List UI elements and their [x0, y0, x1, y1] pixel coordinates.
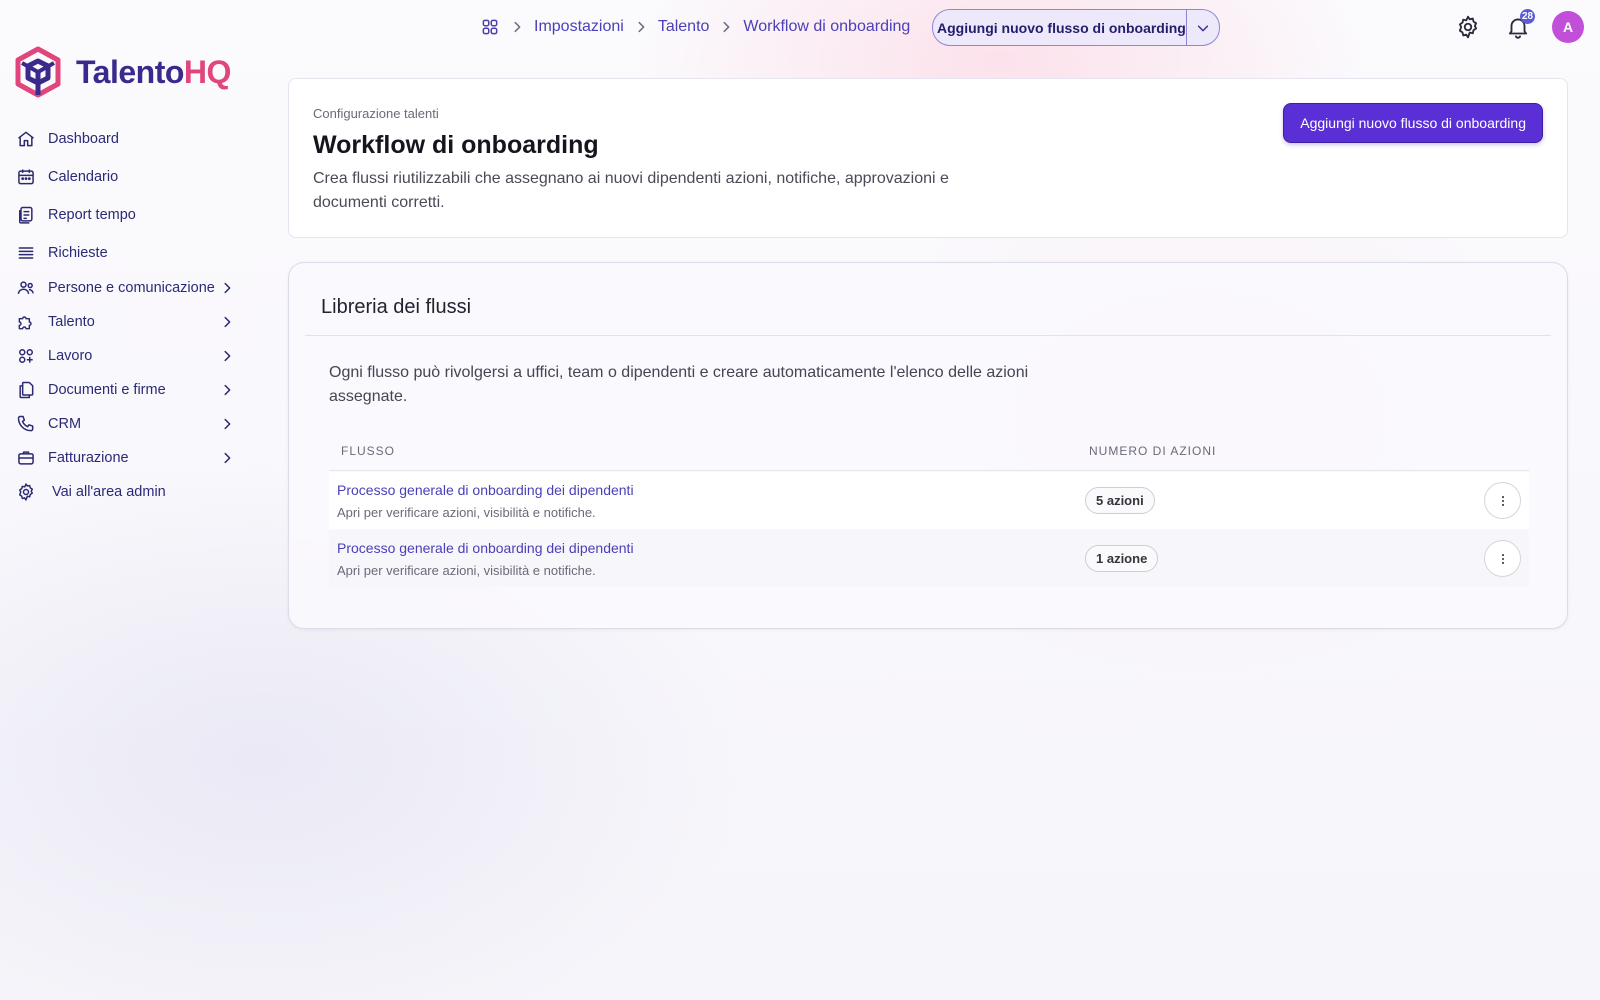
- more-vertical-icon: [1501, 553, 1504, 564]
- chevron-right-icon: [510, 20, 524, 34]
- breadcrumb-talento[interactable]: Talento: [658, 18, 710, 36]
- library-description: Ogni flusso può rivolgersi a uffici, tea…: [329, 364, 1029, 405]
- flow-name-link[interactable]: Processo generale di onboarding dei dipe…: [337, 540, 634, 556]
- library-title: Libreria dei flussi: [321, 296, 472, 318]
- page-title: Workflow di onboarding: [313, 131, 599, 159]
- avatar[interactable]: A: [1552, 11, 1584, 43]
- chevron-right-icon: [220, 383, 234, 397]
- flow-subtitle: Apri per verificare azioni, visibilità e…: [337, 505, 596, 520]
- chevron-down-icon: [1197, 24, 1209, 31]
- brand-logo[interactable]: TalentoHQ: [14, 46, 231, 98]
- sidebar-item-report-tempo[interactable]: Report tempo: [16, 200, 244, 230]
- sidebar-item-label: Lavoro: [48, 348, 93, 364]
- chevron-right-icon: [220, 349, 234, 363]
- row-menu-button[interactable]: [1484, 482, 1521, 519]
- sidebar: TalentoHQ Dashboard Calendario Report te…: [0, 0, 260, 1000]
- chevron-right-icon: [220, 451, 234, 465]
- briefcase-icon: [16, 448, 36, 468]
- sidebar-item-label: Report tempo: [48, 207, 136, 223]
- people-icon: [16, 278, 36, 298]
- calendar-icon: [16, 167, 36, 187]
- phone-icon: [16, 414, 36, 434]
- table-header: Flusso Numero di azioni: [329, 431, 1529, 471]
- page-eyebrow: Configurazione talenti: [313, 106, 439, 121]
- column-header-flusso: Flusso: [341, 444, 396, 458]
- divider: [305, 335, 1551, 336]
- sidebar-item-richieste[interactable]: Richieste: [16, 238, 244, 268]
- sidebar-item-label: CRM: [48, 416, 82, 432]
- list-icon: [16, 243, 36, 263]
- apps-grid-icon[interactable]: [480, 17, 500, 37]
- breadcrumb: Impostazioni Talento Workflow di onboard…: [480, 14, 910, 40]
- flow-name-link[interactable]: Processo generale di onboarding dei dipe…: [337, 482, 634, 498]
- notification-count-badge: 28: [1520, 9, 1536, 24]
- table-row[interactable]: Processo generale di onboarding dei dipe…: [329, 530, 1529, 587]
- add-flow-top-button[interactable]: Aggiungi nuovo flusso di onboarding: [933, 10, 1186, 45]
- chevron-right-icon: [220, 281, 234, 295]
- sidebar-item-label: Persone e comunicazione: [48, 280, 215, 296]
- chevron-right-icon: [220, 315, 234, 329]
- breadcrumb-workflow-onboarding[interactable]: Workflow di onboarding: [743, 18, 910, 36]
- gear-icon: [16, 482, 36, 502]
- page-description: Crea flussi riutilizzabili che assegnano…: [313, 170, 949, 211]
- flow-subtitle: Apri per verificare azioni, visibilità e…: [337, 563, 596, 578]
- sidebar-item-label: Dashboard: [48, 131, 119, 147]
- sidebar-item-crm[interactable]: CRM: [16, 409, 244, 439]
- logo-cube-icon: [15, 46, 61, 98]
- sidebar-item-dashboard[interactable]: Dashboard: [16, 124, 244, 154]
- home-icon: [16, 129, 36, 149]
- sidebar-item-documenti-firme[interactable]: Documenti e firme: [16, 375, 244, 405]
- sidebar-item-label: Documenti e firme: [48, 382, 166, 398]
- chevron-right-icon: [220, 417, 234, 431]
- sidebar-item-admin-area[interactable]: Vai all'area admin: [16, 477, 244, 507]
- settings-gear-icon[interactable]: [1455, 14, 1481, 40]
- documents-icon: [16, 380, 36, 400]
- row-menu-button[interactable]: [1484, 540, 1521, 577]
- sidebar-item-label: Vai all'area admin: [52, 484, 166, 500]
- puzzle-icon: [16, 312, 36, 332]
- sidebar-item-fatturazione[interactable]: Fatturazione: [16, 443, 244, 473]
- breadcrumb-impostazioni[interactable]: Impostazioni: [534, 18, 624, 36]
- sidebar-item-label: Richieste: [48, 245, 108, 261]
- add-onboarding-flow-button[interactable]: Aggiungi nuovo flusso di onboarding: [1283, 103, 1543, 143]
- action-count-badge: 1 azione: [1085, 545, 1159, 572]
- sidebar-item-persone-comunicazione[interactable]: Persone e comunicazione: [16, 273, 244, 303]
- column-header-numero-azioni: Numero di azioni: [1089, 444, 1217, 458]
- flow-table: Flusso Numero di azioni Processo general…: [329, 431, 1529, 587]
- action-count-badge: 5 azioni: [1085, 487, 1155, 514]
- sidebar-item-label: Fatturazione: [48, 450, 129, 466]
- sidebar-item-talento[interactable]: Talento: [16, 307, 244, 337]
- table-row[interactable]: Processo generale di onboarding dei dipe…: [329, 472, 1529, 529]
- add-flow-split-button: Aggiungi nuovo flusso di onboarding: [932, 9, 1220, 46]
- split-button-dropdown[interactable]: [1185, 10, 1219, 45]
- report-icon: [16, 205, 36, 225]
- sidebar-item-calendario[interactable]: Calendario: [16, 162, 244, 192]
- sidebar-item-lavoro[interactable]: Lavoro: [16, 341, 244, 371]
- apps-icon: [16, 346, 36, 366]
- chevron-right-icon: [719, 20, 733, 34]
- sidebar-item-label: Talento: [48, 314, 95, 330]
- more-vertical-icon: [1501, 495, 1504, 506]
- sidebar-item-label: Calendario: [48, 169, 119, 185]
- flow-library-card: Libreria dei flussi Ogni flusso può rivo…: [288, 262, 1568, 629]
- page-header-card: Configurazione talenti Workflow di onboa…: [288, 78, 1568, 238]
- chevron-right-icon: [634, 20, 648, 34]
- brand-name: TalentoHQ: [76, 53, 231, 90]
